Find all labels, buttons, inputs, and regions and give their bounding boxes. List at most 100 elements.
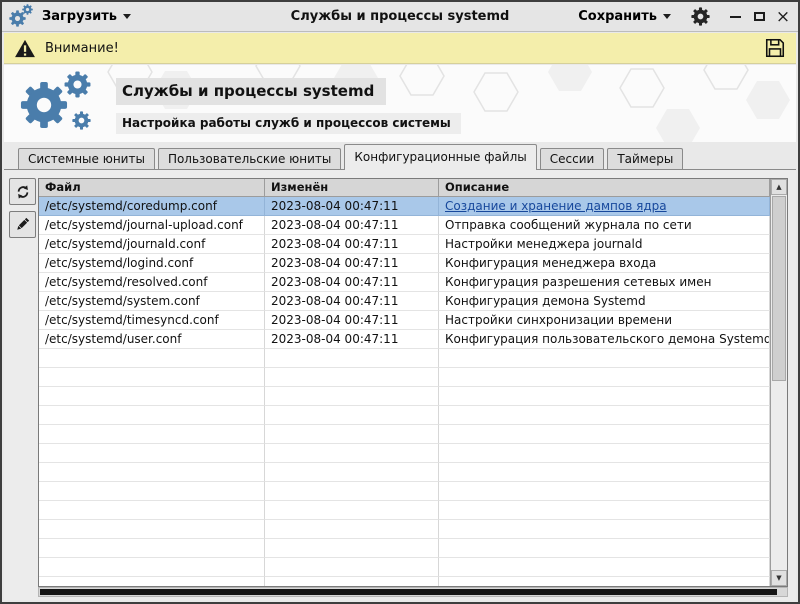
empty-cell bbox=[439, 577, 770, 586]
file-cell[interactable]: /etc/systemd/system.conf bbox=[39, 292, 265, 311]
gear-icon[interactable] bbox=[691, 7, 710, 26]
empty-cell bbox=[39, 425, 265, 444]
modified-cell[interactable]: 2023-08-04 00:47:11 bbox=[265, 197, 439, 216]
file-cell[interactable]: /etc/systemd/coredump.conf bbox=[39, 197, 265, 216]
empty-cell bbox=[265, 558, 439, 577]
file-cell[interactable]: /etc/systemd/timesyncd.conf bbox=[39, 311, 265, 330]
scroll-down-button[interactable]: ▼ bbox=[771, 570, 787, 586]
description-cell[interactable]: Создание и хранение дампов ядра bbox=[439, 197, 770, 216]
minimize-icon bbox=[730, 16, 741, 18]
modified-cell[interactable]: 2023-08-04 00:47:11 bbox=[265, 311, 439, 330]
table-row-empty bbox=[39, 501, 770, 520]
empty-cell bbox=[439, 425, 770, 444]
modified-cell[interactable]: 2023-08-04 00:47:11 bbox=[265, 292, 439, 311]
page-header: Службы и процессы systemd Настройка рабо… bbox=[4, 65, 796, 142]
table-row[interactable]: /etc/systemd/logind.conf2023-08-04 00:47… bbox=[39, 254, 770, 273]
refresh-button[interactable] bbox=[9, 178, 36, 205]
page-subtitle: Настройка работы служб и процессов систе… bbox=[116, 113, 461, 134]
table-row[interactable]: /etc/systemd/user.conf2023-08-04 00:47:1… bbox=[39, 330, 770, 349]
minimize-button[interactable] bbox=[728, 9, 742, 25]
modified-cell[interactable]: 2023-08-04 00:47:11 bbox=[265, 330, 439, 349]
empty-cell bbox=[439, 387, 770, 406]
description-cell[interactable]: Конфигурация менеджера входа bbox=[439, 254, 770, 273]
vertical-scrollbar[interactable]: ▲ ▼ bbox=[770, 179, 787, 586]
empty-cell bbox=[39, 387, 265, 406]
file-cell[interactable]: /etc/systemd/journald.conf bbox=[39, 235, 265, 254]
empty-cell bbox=[439, 444, 770, 463]
scroll-up-button[interactable]: ▲ bbox=[771, 179, 787, 195]
warning-triangle-icon bbox=[14, 39, 36, 58]
file-cell[interactable]: /etc/systemd/journal-upload.conf bbox=[39, 216, 265, 235]
table-row[interactable]: /etc/systemd/resolved.conf2023-08-04 00:… bbox=[39, 273, 770, 292]
file-cell[interactable]: /etc/systemd/user.conf bbox=[39, 330, 265, 349]
file-cell[interactable]: /etc/systemd/resolved.conf bbox=[39, 273, 265, 292]
table-row-empty bbox=[39, 349, 770, 368]
modified-cell[interactable]: 2023-08-04 00:47:11 bbox=[265, 254, 439, 273]
tab-content: Файл Изменён Описание /etc/systemd/cored… bbox=[4, 169, 796, 600]
description-cell[interactable]: Отправка сообщений журнала по сети bbox=[439, 216, 770, 235]
tab-system-units[interactable]: Системные юниты bbox=[18, 148, 155, 169]
load-button[interactable]: Загрузить bbox=[34, 6, 139, 27]
app-window: Загрузить Службы и процессы systemd Сохр… bbox=[0, 0, 800, 604]
empty-cell bbox=[265, 520, 439, 539]
file-cell[interactable]: /etc/systemd/logind.conf bbox=[39, 254, 265, 273]
empty-cell bbox=[265, 406, 439, 425]
arrow-up-icon: ▲ bbox=[776, 183, 781, 191]
empty-cell bbox=[439, 463, 770, 482]
edit-button[interactable] bbox=[9, 211, 36, 238]
empty-cell bbox=[439, 406, 770, 425]
tab-config-files[interactable]: Конфигурационные файлы bbox=[344, 144, 536, 170]
empty-cell bbox=[39, 406, 265, 425]
maximize-button[interactable] bbox=[752, 9, 766, 25]
empty-cell bbox=[39, 501, 265, 520]
close-icon: × bbox=[776, 10, 790, 24]
close-button[interactable]: × bbox=[776, 9, 790, 25]
modified-cell[interactable]: 2023-08-04 00:47:11 bbox=[265, 235, 439, 254]
save-button-label: Сохранить bbox=[578, 9, 657, 24]
empty-cell bbox=[39, 444, 265, 463]
table-row-empty bbox=[39, 444, 770, 463]
page-title: Службы и процессы systemd bbox=[116, 78, 386, 105]
table-row-empty bbox=[39, 425, 770, 444]
arrow-down-icon: ▼ bbox=[776, 574, 781, 582]
description-cell[interactable]: Конфигурация пользовательского демона Sy… bbox=[439, 330, 770, 349]
tab-sessions[interactable]: Сессии bbox=[540, 148, 605, 169]
save-file-button[interactable] bbox=[764, 37, 786, 59]
empty-cell bbox=[39, 482, 265, 501]
horizontal-scroll-thumb[interactable] bbox=[40, 589, 777, 595]
table-row[interactable]: /etc/systemd/journal-upload.conf2023-08-… bbox=[39, 216, 770, 235]
chevron-down-icon bbox=[663, 14, 671, 19]
gears-app-icon bbox=[8, 4, 34, 30]
table-row[interactable]: /etc/systemd/coredump.conf2023-08-04 00:… bbox=[39, 197, 770, 216]
modified-cell[interactable]: 2023-08-04 00:47:11 bbox=[265, 273, 439, 292]
description-cell[interactable]: Конфигурация демона Systemd bbox=[439, 292, 770, 311]
vertical-scroll-thumb[interactable] bbox=[772, 196, 786, 381]
side-toolbar bbox=[9, 178, 38, 244]
column-header-modified[interactable]: Изменён bbox=[265, 179, 439, 197]
modified-cell[interactable]: 2023-08-04 00:47:11 bbox=[265, 216, 439, 235]
table-row-empty bbox=[39, 520, 770, 539]
table-row[interactable]: /etc/systemd/system.conf2023-08-04 00:47… bbox=[39, 292, 770, 311]
pencil-icon bbox=[14, 216, 31, 233]
description-cell[interactable]: Настройки менеджера journald bbox=[439, 235, 770, 254]
empty-cell bbox=[439, 501, 770, 520]
config-files-table: Файл Изменён Описание /etc/systemd/cored… bbox=[38, 178, 788, 587]
empty-cell bbox=[439, 482, 770, 501]
vertical-scroll-track[interactable] bbox=[771, 195, 787, 570]
tab-timers[interactable]: Таймеры bbox=[607, 148, 683, 169]
empty-cell bbox=[265, 539, 439, 558]
column-header-description[interactable]: Описание bbox=[439, 179, 770, 197]
tab-user-units[interactable]: Пользовательские юниты bbox=[158, 148, 341, 169]
empty-cell bbox=[39, 349, 265, 368]
table-row[interactable]: /etc/systemd/timesyncd.conf2023-08-04 00… bbox=[39, 311, 770, 330]
description-cell[interactable]: Настройки синхронизации времени bbox=[439, 311, 770, 330]
column-header-file[interactable]: Файл bbox=[39, 179, 265, 197]
chevron-down-icon bbox=[123, 14, 131, 19]
table-main: Файл Изменён Описание /etc/systemd/cored… bbox=[39, 179, 770, 586]
table-row[interactable]: /etc/systemd/journald.conf2023-08-04 00:… bbox=[39, 235, 770, 254]
description-link[interactable]: Создание и хранение дампов ядра bbox=[445, 197, 763, 215]
horizontal-scrollbar[interactable] bbox=[38, 587, 788, 597]
save-button[interactable]: Сохранить bbox=[570, 6, 679, 27]
table-row-empty bbox=[39, 463, 770, 482]
description-cell[interactable]: Конфигурация разрешения сетевых имен bbox=[439, 273, 770, 292]
